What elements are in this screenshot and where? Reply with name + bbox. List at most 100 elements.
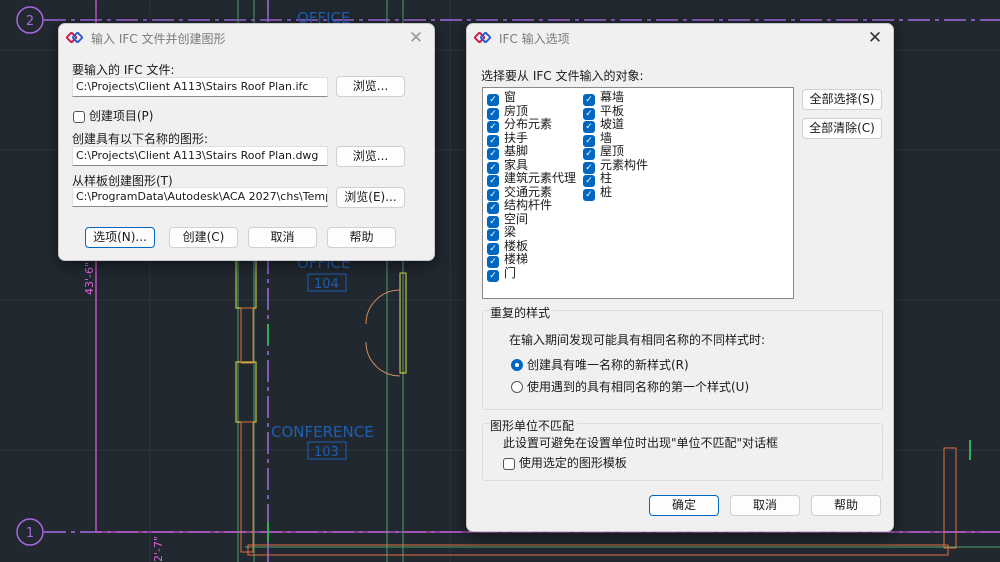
- close-icon[interactable]: ✕: [865, 28, 885, 48]
- radio-button[interactable]: [511, 381, 523, 393]
- options-button[interactable]: 选项(N)...: [85, 227, 155, 248]
- object-type-label: 分布元素: [504, 117, 553, 131]
- object-type-item[interactable]: ✓ 屋顶: [583, 144, 625, 160]
- object-type-item[interactable]: ✓ 墙: [583, 130, 613, 147]
- radio-first-style[interactable]: 使用遇到的具有相同名称的第一个样式(U): [511, 378, 749, 395]
- object-type-label: 桩: [600, 184, 613, 199]
- object-type-item[interactable]: ✓ 幕墙: [583, 90, 625, 106]
- close-icon[interactable]: ✕: [406, 28, 426, 48]
- object-type-item[interactable]: ✓ 房顶: [487, 103, 529, 120]
- radio-label: 使用遇到的具有相同名称的第一个样式(U): [527, 380, 750, 394]
- objects-label: 选择要从 IFC 文件输入的对象:: [481, 69, 644, 83]
- object-type-item[interactable]: ✓ 梁: [487, 225, 517, 241]
- object-type-item[interactable]: ✓ 元素构件: [583, 157, 649, 174]
- units-mismatch-group: 图形单位不匹配 此设置可避免在设置单位时出现"单位不匹配"对话框 使用选定的图形…: [482, 417, 883, 481]
- object-type-item[interactable]: ✓ 分布元素: [487, 117, 553, 133]
- dimension-1: 43'-6": [83, 262, 96, 295]
- object-type-item[interactable]: ✓ 建筑元素代理: [487, 171, 577, 187]
- browse-template-button[interactable]: 浏览(E)...: [336, 187, 405, 208]
- object-type-item[interactable]: ✓ 基脚: [487, 144, 529, 160]
- object-type-item[interactable]: ✓ 平板: [583, 103, 625, 120]
- object-type-label: 窗: [504, 90, 517, 104]
- use-template-checkbox[interactable]: 使用选定的图形模板: [503, 454, 627, 471]
- group-legend: 重复的样式: [490, 304, 554, 321]
- object-type-label: 建筑元素代理: [504, 171, 577, 185]
- help-button[interactable]: 帮助: [327, 227, 396, 248]
- dup-styles-description: 在输入期间发现可能具有相同名称的不同样式时:: [509, 333, 766, 347]
- objects-checklist[interactable]: ✓ 窗 ✓ 房顶 ✓ 分布元素 ✓ 扶手 ✓ 基脚 ✓ 家具 ✓ 建筑元素代理 ✓ 交通元素 ✓ 结构杆件 ✓ 空间 ✓…: [482, 87, 794, 299]
- object-type-label: 屋顶: [600, 144, 625, 158]
- import-ifc-dialog: 输入 IFC 文件并创建图形 ✕ 要输入的 IFC 文件: C:\Project…: [58, 23, 435, 261]
- object-type-label: 元素构件: [600, 157, 649, 172]
- object-type-item[interactable]: ✓ 楼板: [487, 238, 529, 255]
- object-type-item[interactable]: ✓ 家具: [487, 157, 529, 174]
- object-type-item[interactable]: ✓ 窗: [487, 90, 517, 106]
- duplicate-styles-group: 重复的样式 在输入期间发现可能具有相同名称的不同样式时: 创建具有唯一名称的新样…: [482, 304, 883, 410]
- dialog-title-bar[interactable]: 输入 IFC 文件并创建图形 ✕: [59, 24, 434, 52]
- ifc-options-dialog: IFC 输入选项 ✕ 选择要从 IFC 文件输入的对象: ✓ 窗 ✓ 房顶 ✓ 分布元素 ✓…: [466, 23, 894, 532]
- browse-ifc-button[interactable]: 浏览...: [336, 76, 405, 97]
- object-type-label: 楼梯: [504, 252, 529, 266]
- object-type-item[interactable]: ✓ 坡道: [583, 117, 625, 133]
- object-type-label: 平板: [600, 103, 625, 118]
- room-number-conference: 103: [314, 445, 339, 460]
- room-name-conference: CONFERENCE: [271, 423, 374, 441]
- create-project-label: 创建项目(P): [88, 109, 154, 123]
- dialog-title-bar[interactable]: IFC 输入选项 ✕: [467, 24, 893, 52]
- grid-label-2: 2: [26, 14, 34, 29]
- object-type-item[interactable]: ✓ 交通元素: [487, 184, 553, 201]
- object-type-label: 柱: [600, 171, 613, 185]
- checkbox-checked-icon[interactable]: ✓: [487, 269, 499, 282]
- object-type-label: 空间: [504, 211, 529, 226]
- dialog-title: IFC 输入选项: [499, 31, 570, 46]
- object-type-label: 门: [504, 265, 517, 280]
- app-logo-icon: [65, 30, 84, 46]
- app-logo-icon: [473, 30, 492, 46]
- object-type-label: 基脚: [504, 144, 529, 158]
- object-type-item[interactable]: ✓ 桩: [583, 184, 613, 201]
- ifc-file-input[interactable]: C:\Projects\Client A113\Stairs Roof Plan…: [72, 77, 328, 97]
- cancel-button[interactable]: 取消: [248, 227, 317, 248]
- checkbox-checked-icon[interactable]: ✓: [583, 188, 595, 201]
- group-legend: 图形单位不匹配: [490, 417, 578, 434]
- grid-label-1: 1: [26, 526, 34, 541]
- object-type-label: 交通元素: [504, 184, 553, 199]
- object-type-item[interactable]: ✓ 楼梯: [487, 252, 529, 268]
- browse-drawing-button[interactable]: 浏览...: [336, 146, 405, 167]
- ok-button[interactable]: 确定: [649, 495, 719, 516]
- drawing-name-label: 创建具有以下名称的图形:: [72, 132, 209, 146]
- select-all-button[interactable]: 全部选择(S): [802, 89, 882, 110]
- object-type-item[interactable]: ✓ 结构杆件: [487, 198, 553, 214]
- object-type-item[interactable]: ✓ 空间: [487, 211, 529, 228]
- object-type-label: 坡道: [600, 117, 625, 131]
- units-description: 此设置可避免在设置单位时出现"单位不匹配"对话框: [503, 436, 779, 450]
- radio-label: 创建具有唯一名称的新样式(R): [527, 358, 689, 372]
- object-type-label: 墙: [600, 130, 613, 145]
- object-type-label: 楼板: [504, 238, 529, 253]
- object-type-label: 家具: [504, 157, 529, 172]
- drawing-name-input[interactable]: C:\Projects\Client A113\Stairs Roof Plan…: [72, 146, 328, 166]
- object-type-label: 梁: [504, 225, 517, 239]
- object-type-item[interactable]: ✓ 柱: [583, 171, 613, 187]
- create-button[interactable]: 创建(C): [169, 227, 238, 248]
- object-type-item[interactable]: ✓ 门: [487, 265, 517, 282]
- checkbox-box[interactable]: [73, 110, 85, 123]
- object-type-label: 房顶: [504, 103, 529, 118]
- radio-button[interactable]: [511, 359, 523, 371]
- use-template-label: 使用选定的图形模板: [518, 456, 627, 470]
- checkbox-box[interactable]: [503, 457, 515, 470]
- ifc-file-label: 要输入的 IFC 文件:: [72, 63, 175, 77]
- cancel-button[interactable]: 取消: [730, 495, 800, 516]
- object-type-item[interactable]: ✓ 扶手: [487, 130, 529, 147]
- radio-new-style[interactable]: 创建具有唯一名称的新样式(R): [511, 356, 689, 373]
- template-input[interactable]: C:\ProgramData\Autodesk\ACA 2027\chs\Tem…: [72, 187, 328, 207]
- create-project-checkbox[interactable]: 创建项目(P): [73, 107, 153, 124]
- dimension-2: 2'-7": [152, 536, 165, 562]
- clear-all-button[interactable]: 全部清除(C): [802, 118, 882, 139]
- help-button[interactable]: 帮助: [811, 495, 881, 516]
- dialog-title: 输入 IFC 文件并创建图形: [91, 31, 226, 46]
- object-type-label: 幕墙: [600, 90, 625, 104]
- room-number-office: 104: [314, 277, 339, 292]
- object-type-label: 扶手: [504, 130, 529, 145]
- object-type-label: 结构杆件: [504, 198, 553, 212]
